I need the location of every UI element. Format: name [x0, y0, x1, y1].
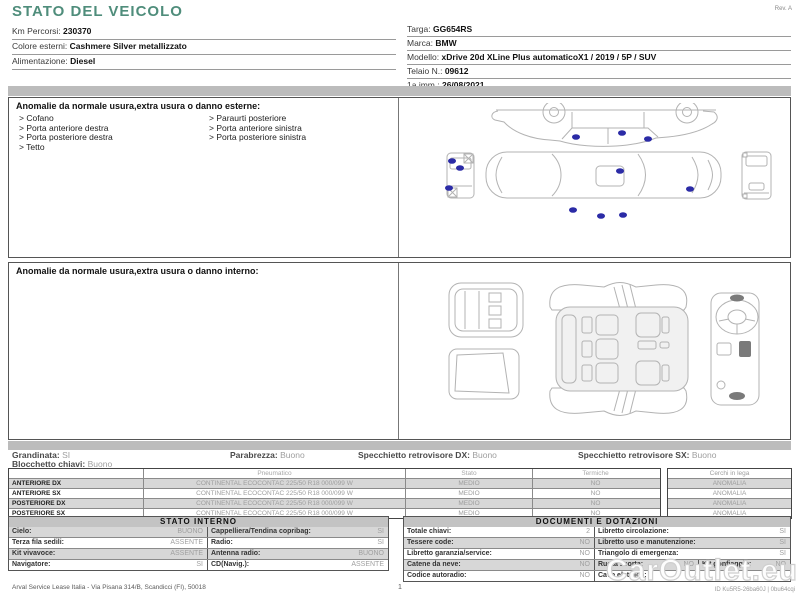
tire-row: ANTERIORE DX CONTINENTAL ECOCONTAC 225/5…: [9, 478, 660, 488]
field-marca: Marca: BMW: [407, 37, 791, 51]
field-km-percorsi: Km Percorsi: 230370: [12, 25, 396, 40]
tire-table-header: Pneumatico Stato Termiche: [9, 469, 660, 478]
alloy-wheels-table: Cerchi in lega ANOMALIA ANOMALIA ANOMALI…: [667, 468, 792, 519]
column-header-pneumatico: Pneumatico: [143, 469, 405, 478]
tire-table: Pneumatico Stato Termiche ANTERIORE DX C…: [8, 468, 661, 519]
anomaly-item: > Tetto: [19, 141, 45, 152]
vehicle-fields-left: Km Percorsi: 230370 Colore esterni: Cash…: [12, 25, 396, 70]
summary-parabrezza: Parabrezza: Buono: [230, 450, 305, 460]
exterior-anomalies-list-col2: > Paraurti posteriore > Porta anteriore …: [209, 113, 307, 143]
car-plan-view: [485, 151, 722, 199]
tire-row: ANTERIORE SX CONTINENTAL ECOCONTAC 225/5…: [9, 488, 660, 498]
damage-marker: [448, 158, 456, 164]
interior-diagram: [448, 282, 760, 416]
field-colore-esterni: Colore esterni: Cashmere Silver metalliz…: [12, 40, 396, 55]
tailgate-view: [448, 348, 520, 400]
table-row: Cielo: BUONO Cappelliera/Tendina copriba…: [9, 527, 388, 537]
section-separator-bar: [8, 441, 791, 450]
damage-marker: [644, 136, 652, 142]
field-telaio: Telaio N.: 09612: [407, 65, 791, 79]
cabin-plan-view: [549, 282, 689, 416]
alloy-row: ANOMALIA: [668, 488, 791, 498]
alloy-row: ANOMALIA: [668, 498, 791, 508]
exterior-damage-diagram: [445, 103, 772, 219]
table-row: Catene da neve: NO Ruota scorta: NO Kit …: [404, 559, 790, 570]
tire-row: POSTERIORE DX CONTINENTAL ECOCONTAC 225/…: [9, 498, 660, 508]
exterior-anomalies-box: Anomalie da normale usura,extra usura o …: [8, 97, 791, 258]
box-divider-line: [398, 263, 399, 439]
table-row: Navigatore: SI CD(Navig.): ASSENTE: [9, 559, 388, 570]
damage-marker: [456, 165, 464, 171]
damage-marker: [618, 130, 626, 136]
summary-specchietto-sx: Specchietto retrovisore SX: Buono: [578, 450, 717, 460]
page-title: STATO DEL VEICOLO: [12, 3, 183, 20]
vehicle-fields-right: Targa: GG654RS Marca: BMW Modello: xDriv…: [407, 23, 791, 93]
exterior-anomalies-heading: Anomalie da normale usura,extra usura o …: [16, 101, 261, 111]
table-row: Libretto garanzia/service: NO Triangolo …: [404, 548, 790, 559]
column-header-cerchi: Cerchi in lega: [709, 470, 750, 477]
footer-company-address: Arval Service Lease Italia - Via Pisana …: [12, 584, 206, 591]
damage-marker: [686, 186, 694, 192]
field-targa: Targa: GG654RS: [407, 23, 791, 37]
stato-interno-table: Cielo: BUONO Cappelliera/Tendina copriba…: [8, 527, 389, 571]
footer-page-number: 1: [398, 584, 402, 591]
documenti-table: Totale chiavi: 2 Libretto circolazione: …: [403, 527, 791, 582]
damage-marker: [569, 207, 577, 213]
section-separator-bar: [8, 86, 791, 96]
interior-anomalies-box: Anomalie da normale usura,extra usura o …: [8, 262, 791, 440]
table-row: Kit vivavoce: ASSENTE Antenna radio: BUO…: [9, 548, 388, 559]
car-front-view: [741, 151, 772, 200]
box-divider-line: [398, 98, 399, 257]
footer-document-id: ID Ku5R5-26ba60J | 0bu64cqi: [714, 587, 795, 593]
damage-marker: [597, 213, 605, 219]
damage-marker: [619, 212, 627, 218]
anomaly-item: > Porta posteriore sinistra: [209, 132, 307, 142]
table-row: Totale chiavi: 2 Libretto circolazione: …: [407, 527, 786, 537]
column-header-stato: Stato: [405, 469, 532, 478]
table-row: Codice autoradio: NO Cavo elettrico:: [404, 570, 790, 581]
damage-marker: [445, 185, 453, 191]
revision-label: Rev. A: [774, 6, 792, 12]
damage-marker: [572, 134, 580, 140]
table-row: Terza fila sedili: ASSENTE Radio: SI: [9, 537, 388, 548]
summary-specchietto-dx: Specchietto retrovisore DX: Buono: [358, 450, 497, 460]
trunk-view: [448, 282, 524, 338]
vehicle-condition-report-page: STATO DEL VEICOLO Rev. A Km Percorsi: 23…: [0, 0, 800, 600]
damage-marker: [616, 168, 624, 174]
column-header-termiche: Termiche: [532, 469, 658, 478]
exterior-anomalies-list-col1: > Cofano > Porta anteriore destra > Port…: [19, 113, 113, 152]
table-row: Tessere code: NO Libretto uso e manutenz…: [404, 537, 790, 548]
field-alimentazione: Alimentazione: Diesel: [12, 55, 396, 70]
field-modello: Modello: xDrive 20d XLine Plus automatic…: [407, 51, 791, 65]
dashboard-view: [710, 292, 760, 406]
interior-anomalies-heading: Anomalie da normale usura,extra usura o …: [16, 266, 259, 276]
alloy-row: ANOMALIA: [668, 478, 791, 488]
